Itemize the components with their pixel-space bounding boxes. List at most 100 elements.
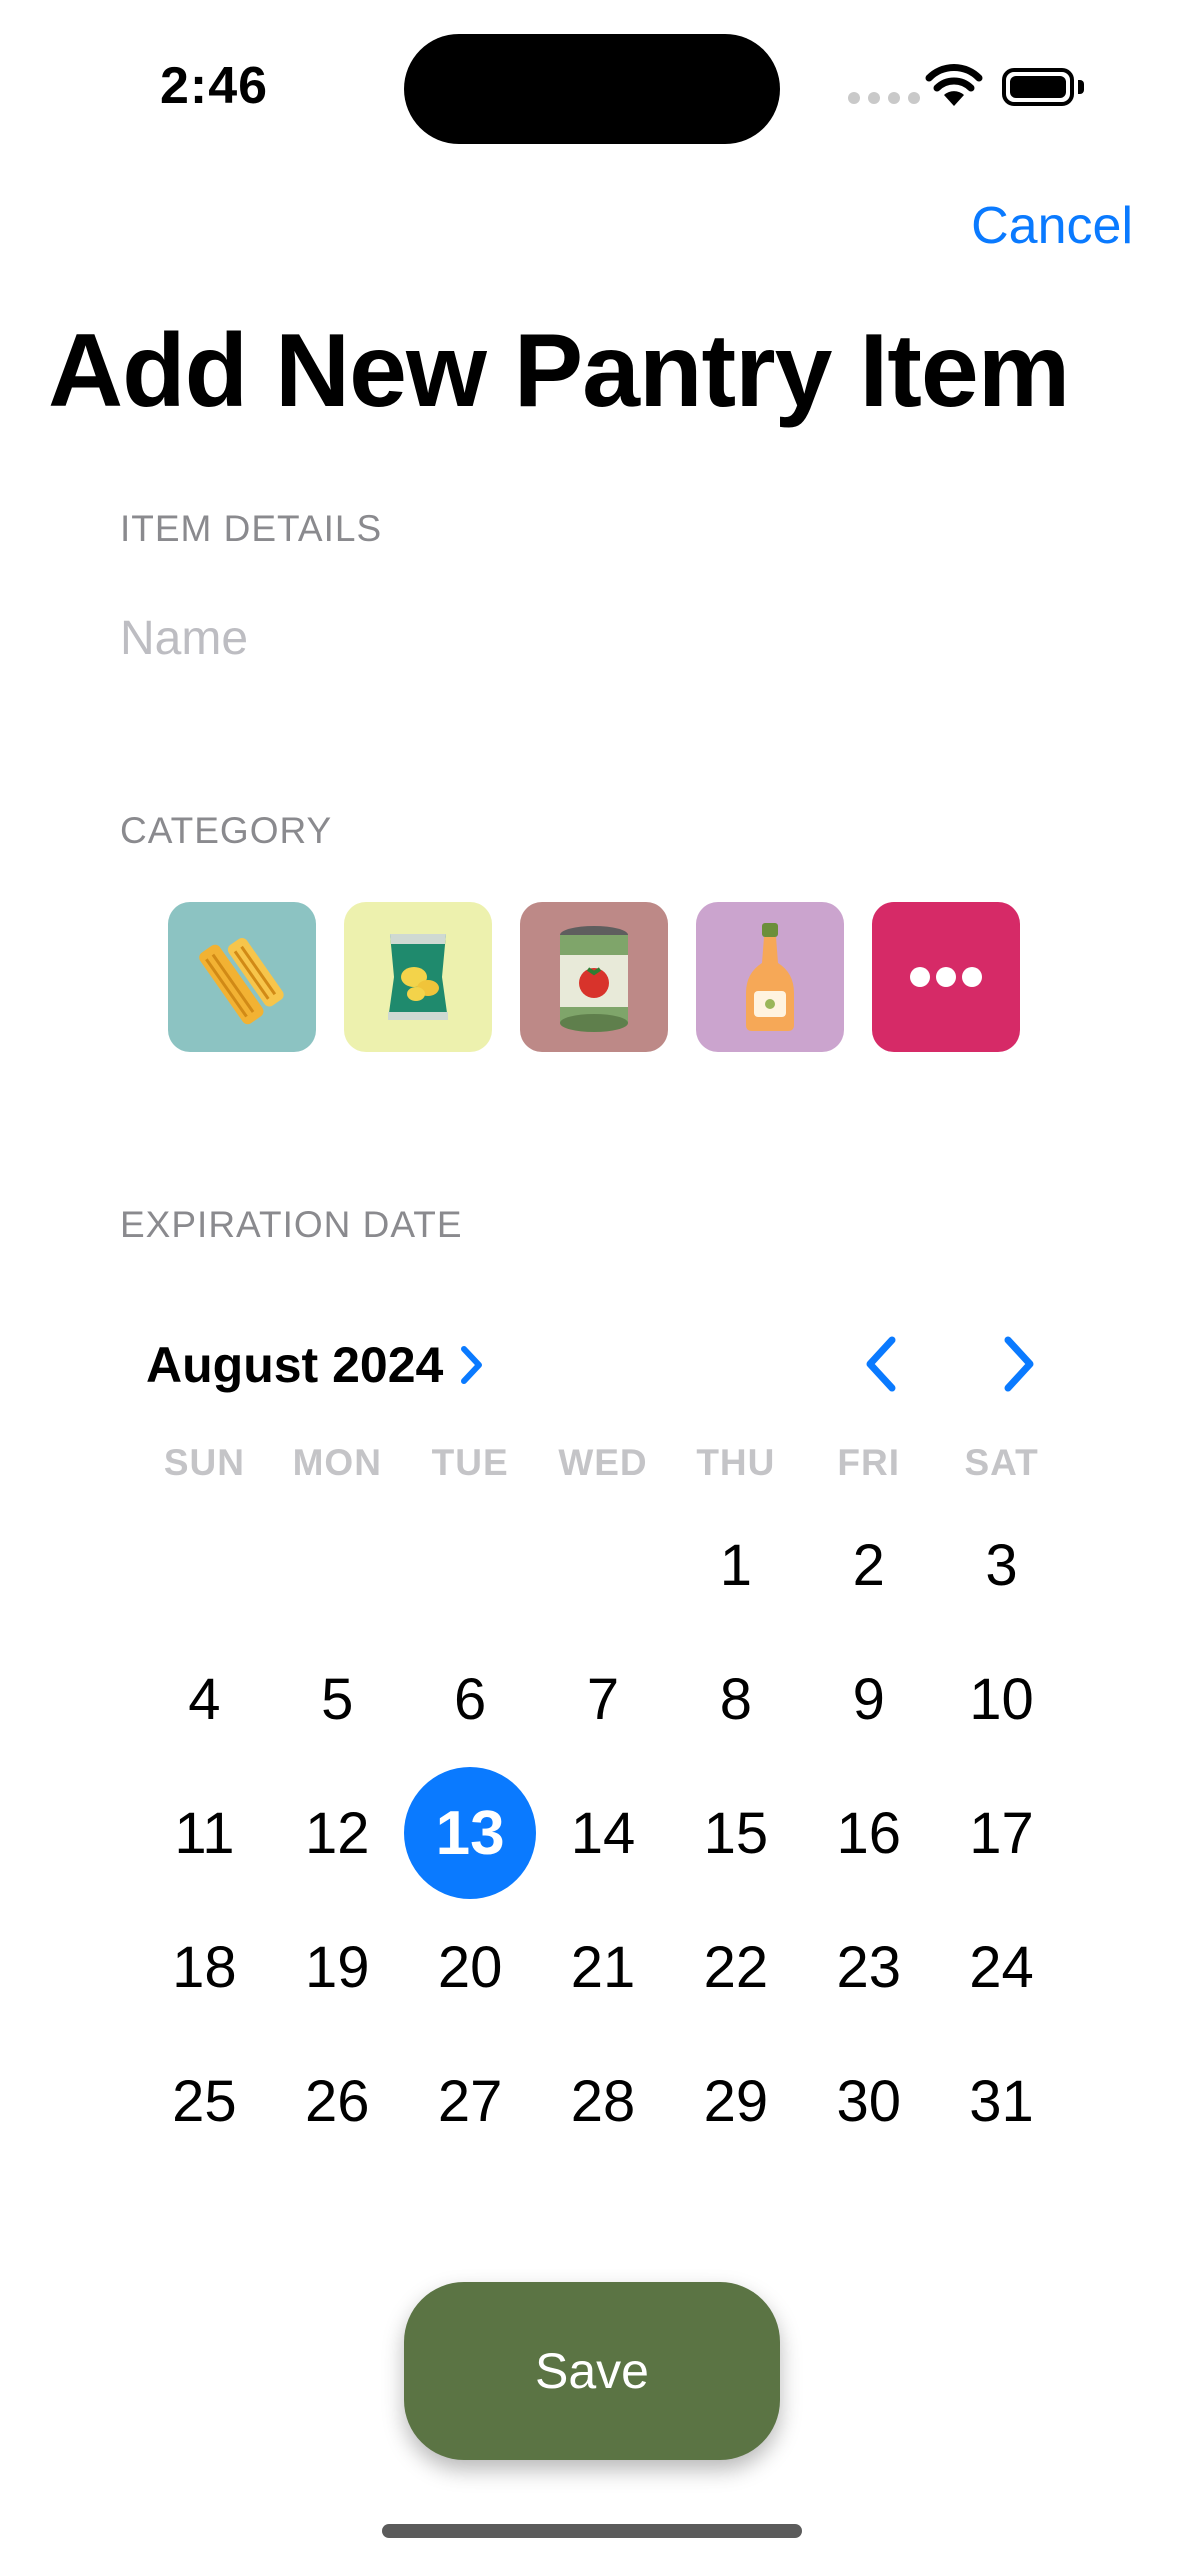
category-condiments-button[interactable] [696,902,844,1052]
calendar-day[interactable]: 11 [138,1766,271,1900]
day-number: 16 [836,1800,901,1866]
calendar-day[interactable]: 10 [935,1632,1068,1766]
calendar-day[interactable]: 4 [138,1632,271,1766]
previous-month-button[interactable] [860,1334,904,1399]
calendar-day-selected[interactable]: 13 [404,1766,537,1900]
calendar-day[interactable]: 23 [802,1900,935,2034]
day-number: 20 [437,1934,503,2000]
expiration-date-label: EXPIRATION DATE [120,1204,463,1245]
calendar-day[interactable]: 29 [669,2034,802,2168]
calendar-day[interactable]: 3 [935,1498,1068,1632]
category-pasta-button[interactable] [168,902,316,1052]
calendar-day[interactable]: 15 [669,1766,802,1900]
calendar-day[interactable]: 21 [537,1900,670,2034]
chevron-right-icon [1004,1336,1034,1392]
day-number: 21 [570,1934,636,2000]
day-number: 26 [305,2068,370,2134]
weekday-header: SUN MON TUE WED THU FRI SAT [138,1442,1068,1484]
calendar-day[interactable]: 9 [802,1632,935,1766]
chips-bag-icon [388,934,448,1020]
day-number: 17 [969,1800,1034,1866]
empty-day-cell [404,1498,537,1632]
day-number: 9 [852,1666,885,1732]
calendar-day[interactable]: 22 [669,1900,802,2034]
calendar-day[interactable]: 25 [138,2034,271,2168]
day-number: 6 [453,1666,487,1732]
battery-icon [1002,68,1074,106]
calendar-day[interactable]: 31 [935,2034,1068,2168]
empty-day-cell [138,1498,271,1632]
calendar-day[interactable]: 7 [537,1632,670,1766]
day-number: 2 [852,1532,885,1598]
calendar-day[interactable]: 8 [669,1632,802,1766]
calendar-day[interactable]: 2 [802,1498,935,1632]
calendar-day[interactable]: 24 [935,1900,1068,2034]
pasta-icon [199,937,284,1025]
day-number: 22 [703,1934,769,2000]
item-details-label: ITEM DETAILS [120,508,383,549]
day-number: 5 [321,1666,354,1732]
day-number: 13 [404,1767,537,1899]
day-number: 30 [836,2068,901,2134]
calendar-day[interactable]: 5 [271,1632,404,1766]
calendar-day[interactable]: 19 [271,1900,404,2034]
day-number: 23 [836,1934,901,2000]
calendar-grid: 1 2 3 4 5 6 7 8 9 10 11 12 13 14 15 16 17 18 19 20 21 22 23 24 2… [138,1498,1068,2168]
day-number: 28 [570,2068,636,2134]
empty-day-cell [271,1498,404,1632]
category-snacks-button[interactable] [344,902,492,1052]
chevron-left-icon [866,1336,896,1392]
calendar-day[interactable]: 16 [802,1766,935,1900]
day-number: 19 [305,1934,370,2000]
battery-tip [1078,80,1084,94]
cellular-signal-icon [848,92,920,104]
day-number: 18 [172,1934,237,2000]
day-number: 25 [172,2068,237,2134]
calendar-day[interactable]: 17 [935,1766,1068,1900]
calendar-day[interactable]: 20 [404,1900,537,2034]
chevron-right-icon [461,1346,483,1384]
day-number: 12 [305,1800,370,1866]
day-number: 15 [703,1800,769,1866]
calendar-day[interactable]: 12 [271,1766,404,1900]
canned-tomato-icon [560,926,628,1032]
sauce-bottle-icon [746,923,794,1031]
day-number: 3 [985,1532,1018,1598]
weekday-label: THU [696,1442,776,1483]
weekday-label: SUN [163,1442,245,1483]
category-canned-button[interactable] [520,902,668,1052]
calendar-day[interactable]: 14 [537,1766,670,1900]
weekday-label: SAT [964,1442,1039,1483]
day-number: 11 [174,1800,235,1866]
weekday-label: MON [292,1442,382,1483]
name-input[interactable] [120,598,1060,678]
save-button[interactable]: Save [404,2282,780,2460]
page-title: Add New Pantry Item [48,313,1070,429]
calendar-day[interactable]: 30 [802,2034,935,2168]
day-number: 24 [969,1934,1034,2000]
weekday-label: FRI [837,1442,901,1483]
day-number: 1 [719,1532,752,1598]
month-label: August 2024 [146,1337,444,1393]
day-number: 27 [437,2068,503,2134]
cancel-button[interactable]: Cancel [971,196,1133,256]
status-time: 2:46 [160,57,269,115]
day-number: 4 [188,1666,221,1732]
calendar-day[interactable]: 1 [669,1498,802,1632]
calendar-day[interactable]: 28 [537,2034,670,2168]
day-number: 10 [969,1666,1034,1732]
category-more-button[interactable] [872,902,1020,1052]
day-number: 7 [586,1666,620,1732]
empty-day-cell [537,1498,670,1632]
calendar-day[interactable]: 18 [138,1900,271,2034]
day-number: 8 [719,1666,752,1732]
weekday-label: TUE [431,1442,509,1483]
weekday-label: WED [558,1442,648,1483]
calendar-day[interactable]: 6 [404,1632,537,1766]
calendar-day[interactable]: 27 [404,2034,537,2168]
day-number: 29 [703,2068,769,2134]
next-month-button[interactable] [996,1334,1040,1399]
category-picker [168,902,1020,1052]
month-year-picker[interactable]: August 2024 [146,1336,485,1394]
calendar-day[interactable]: 26 [271,2034,404,2168]
